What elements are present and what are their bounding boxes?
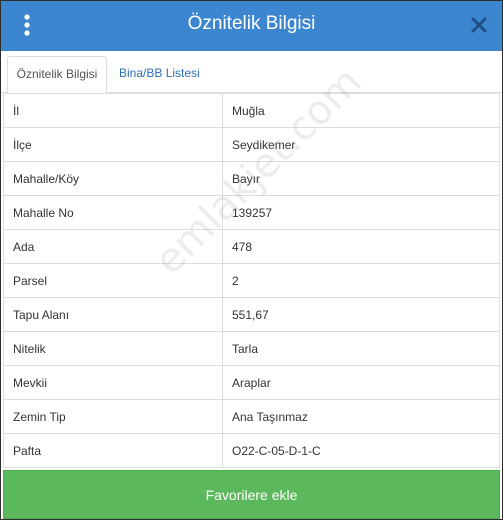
row-label: Zemin Tip (3, 399, 223, 434)
table-row: Mahalle/Köy Bayır (3, 161, 500, 196)
row-value: O22-C-05-D-1-C (222, 433, 500, 468)
row-value: Araplar (222, 365, 500, 400)
table-row: İl Muğla (3, 93, 500, 128)
vertical-dots-icon (16, 12, 38, 40)
table-row: Nitelik Tarla (3, 331, 500, 366)
row-label: Parsel (3, 263, 223, 298)
row-value: Muğla (222, 93, 500, 128)
tab-bar: Öznitelik Bilgisi Bina/BB Listesi (1, 51, 502, 94)
row-value: 478 (222, 229, 500, 264)
attribute-info-dialog: Öznitelik Bilgisi Öznitelik Bilgisi Bina… (0, 0, 503, 520)
row-label: İl (3, 93, 223, 128)
row-label: Mahalle No (3, 195, 223, 230)
tab-building-list[interactable]: Bina/BB Listesi (110, 56, 209, 94)
row-label: İlçe (3, 127, 223, 162)
table-row: Parsel 2 (3, 263, 500, 298)
dialog-title: Öznitelik Bilgisi (187, 13, 316, 34)
row-value: 551,67 (222, 297, 500, 332)
row-label: Tapu Alanı (3, 297, 223, 332)
row-value: Ana Taşınmaz (222, 399, 500, 434)
menu-button[interactable] (16, 12, 38, 40)
close-button[interactable] (467, 13, 491, 37)
close-icon (467, 13, 491, 37)
table-row: Zemin Tip Ana Taşınmaz (3, 399, 500, 434)
table-row: Ada 478 (3, 229, 500, 264)
dialog-header: Öznitelik Bilgisi (1, 1, 502, 51)
table-row: Pafta O22-C-05-D-1-C (3, 433, 500, 468)
add-to-favorites-button[interactable]: Favorilere ekle (3, 470, 500, 519)
table-row: Tapu Alanı 551,67 (3, 297, 500, 332)
row-value: 139257 (222, 195, 500, 230)
row-label: Mahalle/Köy (3, 161, 223, 196)
row-label: Ada (3, 229, 223, 264)
table-row: Mevkii Araplar (3, 365, 500, 400)
row-value: Seydikemer (222, 127, 500, 162)
tab-attribute-info[interactable]: Öznitelik Bilgisi (7, 56, 107, 94)
row-value: Tarla (222, 331, 500, 366)
row-label: Pafta (3, 433, 223, 468)
row-label: Nitelik (3, 331, 223, 366)
table-row: İlçe Seydikemer (3, 127, 500, 162)
row-label: Mevkii (3, 365, 223, 400)
attribute-table: İl Muğla İlçe Seydikemer Mahalle/Köy Bay… (3, 93, 500, 468)
row-value: 2 (222, 263, 500, 298)
row-value: Bayır (222, 161, 500, 196)
table-row: Mahalle No 139257 (3, 195, 500, 230)
